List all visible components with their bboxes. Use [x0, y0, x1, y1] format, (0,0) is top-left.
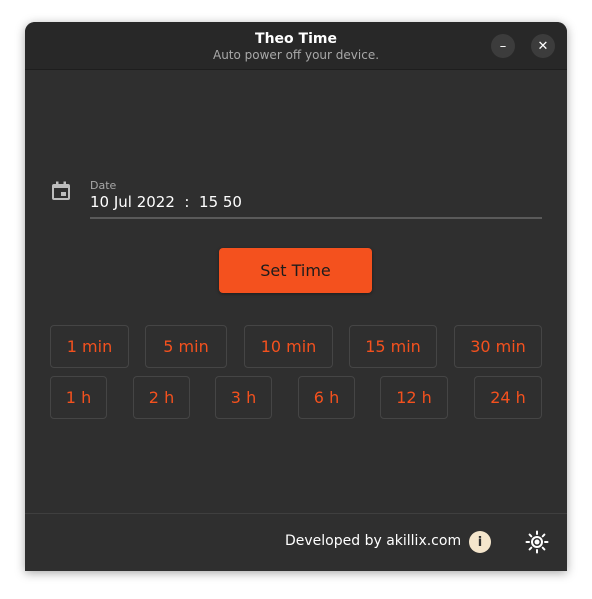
window-title: Theo Time — [255, 31, 337, 47]
close-button[interactable]: ✕ — [531, 34, 555, 58]
info-icon[interactable]: i — [469, 531, 491, 553]
app-window: Theo Time Auto power off your device. – … — [25, 22, 567, 571]
timer-30-min-button[interactable]: 30 min — [454, 325, 542, 368]
timer-6-h-button[interactable]: 6 h — [298, 376, 355, 419]
timer-5-min-button[interactable]: 5 min — [145, 325, 227, 368]
set-time-button[interactable]: Set Time — [219, 248, 372, 293]
sun-icon[interactable] — [525, 530, 549, 554]
date-time-field[interactable]: 10 Jul 2022 : 15 50 — [90, 193, 242, 211]
timer-1-h-button[interactable]: 1 h — [50, 376, 107, 419]
timer-15-min-button[interactable]: 15 min — [349, 325, 437, 368]
title-bar[interactable]: Theo Time Auto power off your device. – … — [25, 22, 567, 70]
footer-divider — [25, 513, 567, 514]
timer-24-h-button[interactable]: 24 h — [474, 376, 542, 419]
window-subtitle: Auto power off your device. — [212, 48, 380, 62]
minimize-button[interactable]: – — [491, 34, 515, 58]
timer-10-min-button[interactable]: 10 min — [244, 325, 333, 368]
calendar-icon — [52, 181, 70, 200]
timer-1-min-button[interactable]: 1 min — [50, 325, 129, 368]
timer-3-h-button[interactable]: 3 h — [215, 376, 272, 419]
developer-credit: Developed by akillix.com — [285, 533, 462, 549]
date-field-underline — [90, 217, 542, 219]
timer-12-h-button[interactable]: 12 h — [380, 376, 448, 419]
timer-2-h-button[interactable]: 2 h — [133, 376, 190, 419]
date-label: Date — [90, 179, 117, 192]
